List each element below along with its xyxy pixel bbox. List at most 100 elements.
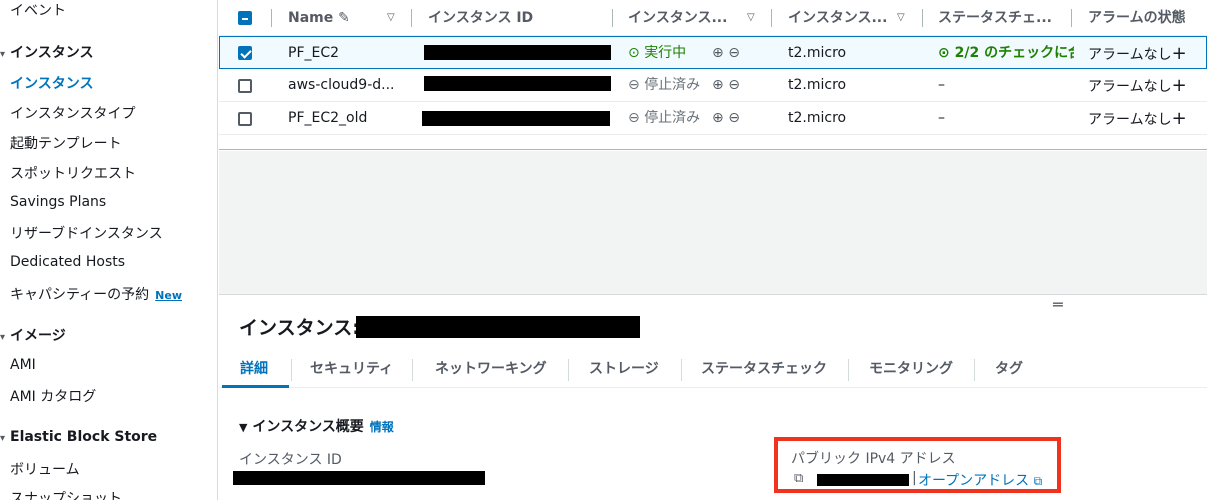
instance-type: t2.micro <box>788 77 847 93</box>
tab-storage[interactable]: ストレージ <box>589 351 659 388</box>
caret-down-icon: ▾ <box>0 433 6 444</box>
instance-state-label: 停止済み <box>644 110 701 126</box>
copy-icon[interactable]: ⧉ <box>794 471 803 486</box>
tab-divider <box>974 359 975 381</box>
zoom-out-icon[interactable]: ⊖ <box>728 77 740 93</box>
sidebar-item-events[interactable]: イベント <box>10 0 66 20</box>
tab-divider <box>291 359 292 381</box>
open-address-label: オープンアドレス <box>918 473 1030 489</box>
tab-monitoring[interactable]: モニタリング <box>869 351 953 388</box>
instance-details-panel: ═ インスタンス: 詳細 セキュリティ ネットワーキング ストレージ ステータス… <box>219 294 1207 500</box>
column-divider <box>612 9 613 27</box>
details-tabs: 詳細 セキュリティ ネットワーキング ストレージ ステータスチェック モニタリン… <box>219 351 1207 388</box>
plus-icon[interactable]: + <box>1172 75 1187 96</box>
sidebar-item-volumes[interactable]: ボリューム <box>10 459 80 479</box>
details-title: インスタンス: <box>239 313 360 340</box>
instance-name: PF_EC2_old <box>288 110 368 126</box>
column-divider <box>271 9 272 27</box>
instance-state: ⊖ 停止済み <box>628 102 708 135</box>
column-header-instance-id[interactable]: インスタンス ID <box>428 0 608 36</box>
instance-summary-header[interactable]: ▼ インスタンス概要 情報 <box>239 416 394 436</box>
status-check-label: 2/2 のチェックに合格しました <box>954 45 1074 61</box>
zoom-out-icon[interactable]: ⊖ <box>728 45 740 61</box>
sidebar-item-dedicated-hosts[interactable]: Dedicated Hosts <box>10 254 125 270</box>
minus-circle-icon: ⊖ <box>628 77 640 93</box>
sidebar-item-instance-types[interactable]: インスタンスタイプ <box>10 103 135 123</box>
column-divider <box>771 9 772 27</box>
column-divider <box>411 9 412 27</box>
tab-security[interactable]: セキュリティ <box>310 351 393 388</box>
tab-networking[interactable]: ネットワーキング <box>435 351 547 388</box>
caret-down-icon: ▾ <box>0 332 6 343</box>
sidebar-item-ami[interactable]: AMI <box>10 357 36 373</box>
plus-icon[interactable]: + <box>1172 43 1187 64</box>
status-check: – <box>938 110 945 126</box>
table-empty-area <box>219 151 1207 294</box>
column-header-label: Name <box>288 10 334 26</box>
resize-handle-icon[interactable]: ═ <box>1053 295 1063 314</box>
tab-divider <box>681 359 682 381</box>
instance-type: t2.micro <box>788 110 847 126</box>
status-check: – <box>938 77 945 93</box>
alarm-status: アラームなし+ <box>1088 69 1188 102</box>
tab-divider <box>848 359 849 381</box>
sidebar-item-reserved-instances[interactable]: リザーブドインスタンス <box>10 223 163 243</box>
plus-icon[interactable]: + <box>1172 108 1187 129</box>
zoom-out-icon[interactable]: ⊖ <box>728 110 740 126</box>
caret-down-icon: ▼ <box>239 421 248 434</box>
zoom-in-icon[interactable]: ⊕ <box>712 77 724 93</box>
row-checkbox[interactable] <box>238 112 252 126</box>
active-tab-indicator <box>222 385 289 388</box>
sidebar-section-instances[interactable]: ▾ インスタンス <box>0 42 93 62</box>
sidebar-section-images[interactable]: ▾ イメージ <box>0 325 66 345</box>
table-row[interactable]: PF_EC2 ⊙ 実行中 ⊕ ⊖ t2.micro ⊙ 2/2 のチェックに合格… <box>219 36 1207 69</box>
ec2-console: イベント ▾ インスタンス インスタンス インスタンスタイプ 起動テンプレート ス… <box>0 0 1207 500</box>
status-check[interactable]: ⊙ 2/2 のチェックに合格しました <box>938 37 1074 70</box>
instance-state: ⊙ 実行中 <box>628 37 708 70</box>
row-checkbox[interactable] <box>238 79 252 93</box>
instances-table: Name ✎ ▽ インスタンス ID インスタンス... ▽ インスタンス...… <box>219 0 1207 150</box>
row-checkbox[interactable] <box>238 46 252 60</box>
zoom-in-icon[interactable]: ⊕ <box>712 110 724 126</box>
tab-details[interactable]: 詳細 <box>240 351 268 388</box>
sidebar-item-spot-requests[interactable]: スポットリクエスト <box>10 163 136 183</box>
sidebar-item-savings-plans[interactable]: Savings Plans <box>10 194 106 210</box>
column-header-instance-type[interactable]: インスタンス... <box>788 0 893 36</box>
tab-tags[interactable]: タグ <box>995 351 1023 388</box>
alarm-status-label: アラームなし <box>1088 79 1172 95</box>
zoom-in-icon[interactable]: ⊕ <box>712 45 724 61</box>
sidebar-item-snapshots[interactable]: スナップショット <box>10 488 122 500</box>
column-header-alarm-status[interactable]: アラームの状態 <box>1088 0 1203 36</box>
sort-icon[interactable]: ▽ <box>747 0 755 36</box>
info-link[interactable]: 情報 <box>370 420 394 434</box>
sidebar-item-label: キャパシティーの予約 <box>10 287 150 303</box>
column-header-instance-state[interactable]: インスタンス... <box>628 0 758 36</box>
sort-icon[interactable]: ▽ <box>387 0 395 36</box>
open-address-link[interactable]: オープンアドレス ⧉ <box>918 470 1042 490</box>
redacted-instance-id <box>422 111 610 126</box>
sidebar-item-instances[interactable]: インスタンス <box>10 73 93 93</box>
column-header-name[interactable]: Name ✎ <box>288 0 348 36</box>
sidebar: イベント ▾ インスタンス インスタンス インスタンスタイプ 起動テンプレート ス… <box>0 0 218 500</box>
sidebar-item-capacity-reservations[interactable]: キャパシティーの予約 New <box>10 284 182 304</box>
select-all-checkbox[interactable] <box>238 11 252 25</box>
redacted-instance-id <box>356 316 640 338</box>
instance-type: t2.micro <box>788 45 847 61</box>
main-content: Name ✎ ▽ インスタンス ID インスタンス... ▽ インスタンス...… <box>219 0 1207 500</box>
separator: | <box>912 470 917 486</box>
column-header-status-check[interactable]: ステータスチェ... <box>938 0 1053 36</box>
sort-icon[interactable]: ▽ <box>897 0 905 36</box>
table-row[interactable]: PF_EC2_old ⊖ 停止済み ⊕ ⊖ t2.micro – アラームなし+ <box>219 102 1207 135</box>
alarm-status-label: アラームなし <box>1088 112 1172 128</box>
sidebar-item-launch-templates[interactable]: 起動テンプレート <box>10 133 122 153</box>
external-link-icon: ⧉ <box>1033 474 1043 488</box>
table-row[interactable]: aws-cloud9-d... ⊖ 停止済み ⊕ ⊖ t2.micro – アラ… <box>219 69 1207 102</box>
instance-state-label: 実行中 <box>644 45 687 61</box>
redacted-instance-id <box>424 76 611 91</box>
sidebar-item-ami-catalog[interactable]: AMI カタログ <box>10 386 96 406</box>
zoom-icons: ⊕ ⊖ <box>712 102 740 135</box>
check-circle-icon: ⊙ <box>628 45 640 61</box>
tab-status-checks[interactable]: ステータスチェック <box>701 351 827 388</box>
column-divider <box>922 9 923 27</box>
sidebar-section-ebs[interactable]: ▾ Elastic Block Store <box>0 429 157 445</box>
